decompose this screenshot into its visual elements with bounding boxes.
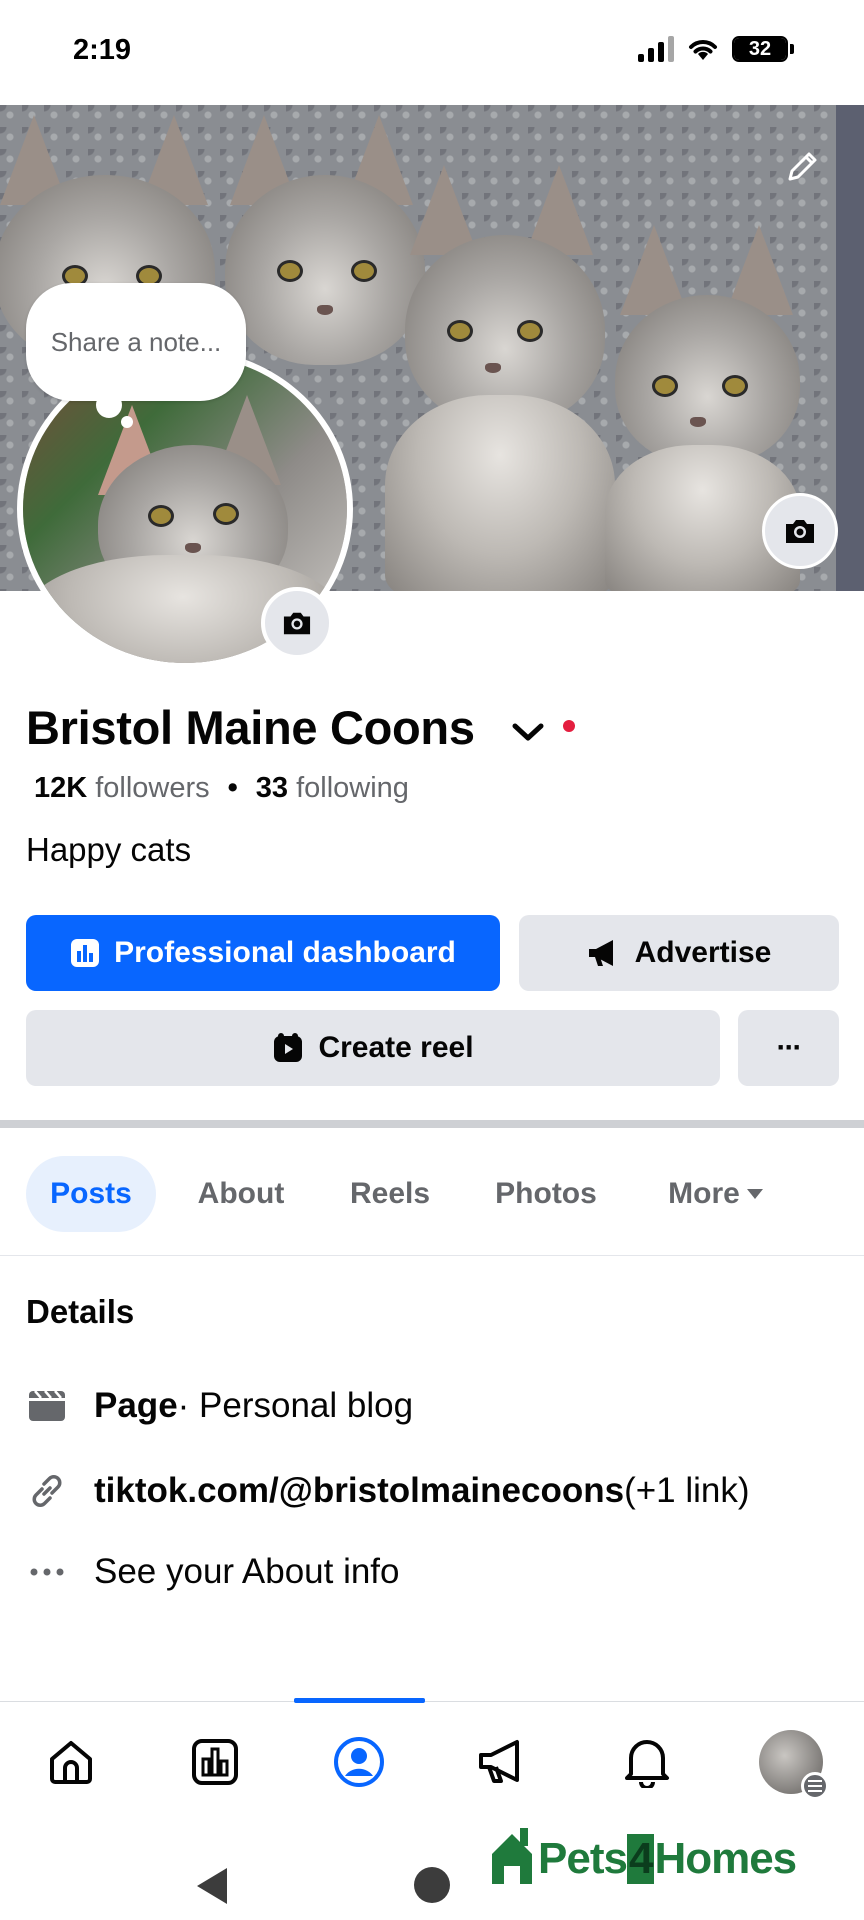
professional-dashboard-button[interactable]: Professional dashboard: [26, 915, 500, 991]
dashboard-icon: [71, 939, 100, 967]
detail-about-info[interactable]: See your About info: [26, 1551, 400, 1593]
page-label: Page: [94, 1386, 178, 1425]
page-name: Bristol Maine Coons: [26, 701, 475, 754]
follow-stats: 12K followers • 33 following: [34, 772, 409, 805]
chevron-down-icon: [512, 723, 544, 741]
caret-down-icon: [746, 1189, 763, 1199]
tab-photos[interactable]: Photos: [480, 1156, 612, 1232]
professional-dashboard-label: Professional dashboard: [114, 936, 456, 969]
reel-icon: [274, 1033, 303, 1062]
more-dots-icon: [26, 1551, 68, 1593]
edit-cover-button[interactable]: [780, 145, 824, 189]
bottom-navigation: [0, 1698, 864, 1822]
switch-profile-button[interactable]: [508, 712, 548, 752]
more-options-icon: ···: [776, 1031, 803, 1064]
nav-dashboard[interactable]: [150, 1702, 280, 1822]
home-icon: [50, 1741, 92, 1784]
status-time: 2:19: [73, 34, 132, 66]
menu-icon: [801, 1772, 829, 1800]
cover-cat: [385, 145, 615, 591]
cover-camera-button[interactable]: [762, 493, 838, 569]
share-note-placeholder: Share a note...: [50, 326, 222, 357]
following-count[interactable]: 33: [256, 772, 288, 805]
details-heading: Details: [26, 1293, 135, 1330]
pencil-icon: [788, 152, 817, 181]
camera-icon: [786, 520, 814, 543]
tab-more-label: More: [668, 1177, 740, 1210]
note-bubble-tail-small: [121, 416, 133, 428]
bell-icon: [625, 1740, 669, 1788]
tab-more[interactable]: More: [648, 1156, 784, 1232]
link-icon: [26, 1470, 68, 1512]
system-back-button[interactable]: [197, 1868, 227, 1904]
create-reel-label: Create reel: [318, 1031, 474, 1064]
notification-dot: [563, 720, 575, 732]
system-home-button[interactable]: [414, 1867, 450, 1903]
share-note-bubble[interactable]: Share a note...: [26, 283, 246, 401]
about-info-label: See your About info: [94, 1552, 400, 1591]
section-divider: [0, 1120, 864, 1128]
battery-percent: 32: [748, 37, 772, 60]
bio-text: Happy cats: [26, 831, 192, 868]
watermark-text-1: Pets: [538, 1834, 628, 1883]
followers-label[interactable]: followers: [95, 772, 209, 805]
signal-icon: [638, 36, 674, 62]
tab-posts[interactable]: Posts: [26, 1156, 156, 1232]
profile-tabs: Posts About Reels Photos More: [0, 1128, 864, 1256]
followers-count[interactable]: 12K: [34, 772, 87, 805]
avatar-camera-button[interactable]: [261, 587, 333, 659]
pets4homes-watermark: Pets 4 Homes: [490, 1828, 797, 1884]
page-category: · Personal blog: [177, 1386, 414, 1425]
status-bar: 2:19 32: [0, 0, 864, 105]
megaphone-icon: [588, 940, 613, 966]
watermark-text-2: 4: [626, 1834, 655, 1884]
wifi-icon: [689, 40, 717, 60]
stats-separator: •: [227, 772, 238, 804]
dashboard-icon: [192, 1739, 238, 1785]
note-bubble-tail: [96, 392, 122, 418]
status-icons: 32: [638, 36, 794, 62]
nav-profile[interactable]: [294, 1702, 424, 1822]
link-extra[interactable]: (+1 link): [624, 1471, 749, 1511]
megaphone-icon: [479, 1740, 519, 1783]
profile-icon: [334, 1737, 384, 1787]
tab-reels[interactable]: Reels: [330, 1156, 450, 1232]
tab-about[interactable]: About: [176, 1156, 306, 1232]
page-category-icon: [26, 1385, 68, 1427]
detail-page-category: Page · Personal blog: [26, 1385, 413, 1427]
camera-icon: [283, 612, 311, 635]
detail-link[interactable]: tiktok.com/@bristolmainecoons (+1 link): [26, 1470, 750, 1512]
advertise-button[interactable]: Advertise: [519, 915, 839, 991]
nav-menu[interactable]: [726, 1702, 856, 1822]
advertise-label: Advertise: [634, 936, 772, 969]
nav-ads[interactable]: [438, 1702, 568, 1822]
watermark-text-3: Homes: [654, 1834, 797, 1883]
nav-home[interactable]: [6, 1702, 136, 1822]
more-options-button[interactable]: ···: [738, 1010, 839, 1086]
create-reel-button[interactable]: Create reel: [26, 1010, 720, 1086]
following-label[interactable]: following: [296, 772, 409, 805]
battery-icon: 32: [732, 36, 794, 62]
nav-notifications[interactable]: [582, 1702, 712, 1822]
house-logo-icon: [492, 1828, 532, 1884]
menu-avatar: [759, 1730, 829, 1800]
link-text[interactable]: tiktok.com/@bristolmainecoons: [94, 1471, 624, 1511]
